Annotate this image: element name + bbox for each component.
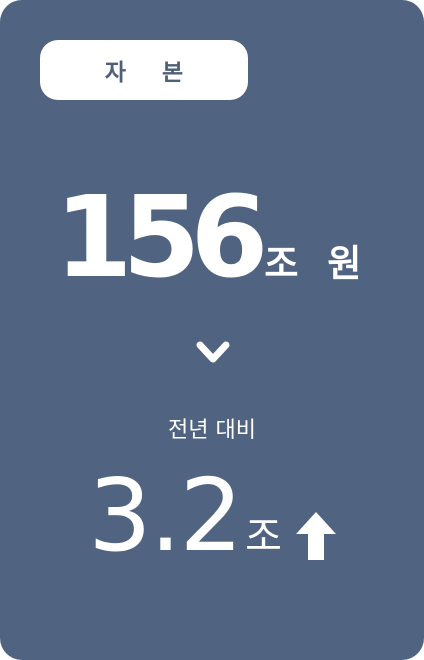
arrow-up-icon (295, 512, 336, 560)
comparison-unit: 조 (245, 514, 282, 560)
comparison-change: 3.2 조 (0, 466, 424, 566)
comparison-label: 전년 대비 (168, 418, 256, 443)
chevron-down-icon (196, 341, 230, 363)
comparison-value: 3.2 (88, 457, 243, 574)
main-amount: 156 조 원 (0, 182, 424, 294)
capital-card: 자 본 156 조 원 전년 대비 3.2 조 (0, 0, 424, 660)
main-amount-value: 156 (54, 173, 269, 303)
category-label: 자 본 (104, 60, 198, 86)
main-amount-unit: 조 원 (264, 242, 370, 285)
category-badge: 자 본 (40, 40, 248, 100)
